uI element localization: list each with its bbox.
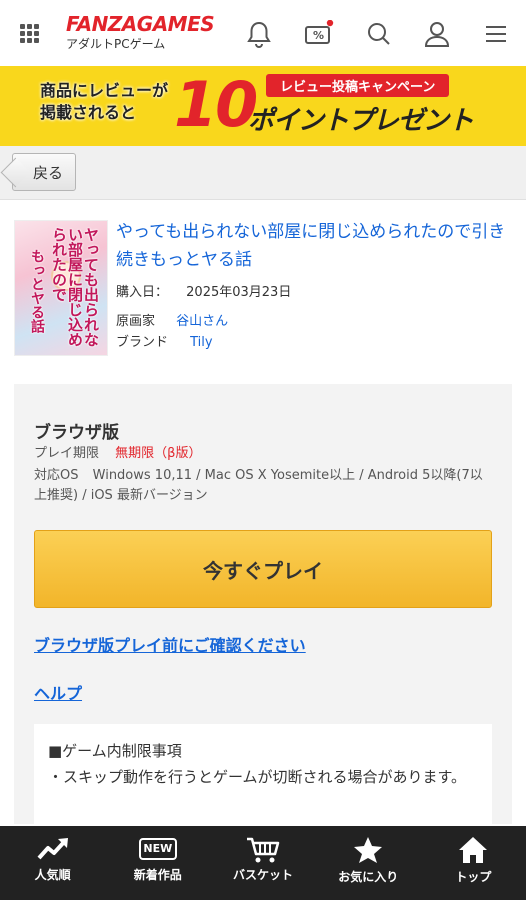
site-logo[interactable]: FANZAGAMES アダルトPCゲーム: [66, 12, 215, 52]
nav-favorites[interactable]: お気に入り: [316, 826, 421, 900]
banner-left-line1: 商品にレビューが: [40, 81, 169, 100]
play-period-row: プレイ期限 無期限（β版）: [34, 444, 494, 464]
purchase-date-value: 2025年03月23日: [186, 285, 292, 300]
apps-grid-icon[interactable]: [20, 24, 40, 44]
nav-popular-label: 人気順: [34, 868, 71, 882]
menu-icon[interactable]: [484, 20, 512, 48]
artist-link[interactable]: 谷山さん: [176, 314, 228, 329]
notice-title: ■ゲーム内制限事項: [48, 742, 182, 760]
product-title[interactable]: やっても出られない部屋に閉じ込められたので引き続きもっとヤる話: [116, 218, 516, 274]
artist-row: 原画家 谷山さん: [116, 311, 516, 332]
nav-top-label: トップ: [455, 870, 492, 884]
play-now-button[interactable]: 今すぐプレイ: [34, 530, 492, 608]
brand-row: ブランド Tily: [116, 332, 516, 353]
product-info: やっても出られない部屋に閉じ込められたので引き続きもっとヤる話 購入日： 202…: [116, 218, 516, 353]
cart-icon: [247, 837, 280, 863]
banner-left-line2: 掲載されると: [40, 103, 137, 122]
nav-new-label: 新着作品: [133, 868, 182, 882]
review-campaign-banner[interactable]: 商品にレビューが 掲載されると 10 レビュー投稿キャンペーン ポイントプレゼン…: [0, 66, 526, 146]
banner-tag: レビュー投稿キャンペーン: [266, 74, 450, 97]
search-icon[interactable]: [366, 20, 394, 48]
game-restrictions-notice: ■ゲーム内制限事項 ・スキップ動作を行うとゲームが切断される場合があります。: [34, 724, 492, 834]
cover-title-text: ヤっても出られない部屋に閉じ込められたので: [50, 227, 100, 347]
new-badge-text: NEW: [143, 842, 173, 855]
supported-os-value: Windows 10,11 / Mac OS X Yosemite以上 / An…: [34, 468, 483, 503]
browser-play-panel: ブラウザ版 プレイ期限 無期限（β版） 対応OS Windows 10,11 /…: [14, 384, 512, 834]
confirm-before-play-link[interactable]: ブラウザ版プレイ前にご確認ください: [34, 632, 306, 656]
banner-right-text: ポイントプレゼント: [248, 106, 474, 136]
purchase-date-row: 購入日： 2025年03月23日: [116, 282, 516, 303]
nav-new[interactable]: NEW 新着作品: [105, 826, 210, 900]
logo-sub-text: アダルトPCゲーム: [66, 37, 166, 51]
banner-number: 10: [174, 68, 258, 141]
play-now-label: 今すぐプレイ: [203, 558, 323, 583]
brand-link[interactable]: Tily: [190, 335, 212, 350]
coupon-icon[interactable]: %: [304, 19, 334, 48]
nav-basket[interactable]: バスケット: [210, 826, 315, 900]
play-period-label: プレイ期限: [34, 446, 100, 461]
supported-os-row: 対応OS Windows 10,11 / Mac OS X Yosemite以上…: [34, 466, 494, 506]
coupon-badge-text: %: [313, 29, 325, 42]
supported-os-label: 対応OS: [34, 468, 79, 483]
back-button[interactable]: 戻る: [12, 153, 76, 191]
back-button-label: 戻る: [32, 163, 63, 182]
artist-label: 原画家: [116, 314, 156, 329]
home-icon: [459, 837, 488, 863]
back-bar: 戻る: [0, 146, 526, 200]
header: FANZAGAMES アダルトPCゲーム %: [0, 0, 526, 66]
nav-top[interactable]: トップ: [421, 826, 526, 900]
trending-icon: [37, 838, 68, 860]
nav-popular[interactable]: 人気順: [0, 826, 105, 900]
help-link[interactable]: ヘルプ: [34, 680, 82, 704]
product-cover-image[interactable]: ヤっても出られない部屋に閉じ込められたので もっとヤる話: [14, 220, 108, 356]
notice-body: ・スキップ動作を行うとゲームが切断される場合があります。: [48, 768, 467, 786]
play-period-value: 無期限（β版）: [115, 446, 202, 461]
logo-main-text: FANZAGAMES: [66, 12, 215, 36]
user-icon[interactable]: [424, 20, 452, 48]
panel-title: ブラウザ版: [34, 423, 119, 443]
cover-subtitle-text: もっとヤる話: [29, 249, 45, 333]
bottom-navigation: 人気順 NEW 新着作品 バスケット お気に入り トップ: [0, 826, 526, 900]
banner-left-text: 商品にレビューが 掲載されると: [40, 80, 172, 124]
star-icon: [354, 837, 383, 863]
nav-favorites-label: お気に入り: [338, 870, 399, 884]
purchase-date-label: 購入日：: [116, 285, 169, 300]
bell-icon[interactable]: [246, 20, 274, 48]
brand-label: ブランド: [116, 335, 169, 350]
nav-basket-label: バスケット: [233, 868, 294, 882]
